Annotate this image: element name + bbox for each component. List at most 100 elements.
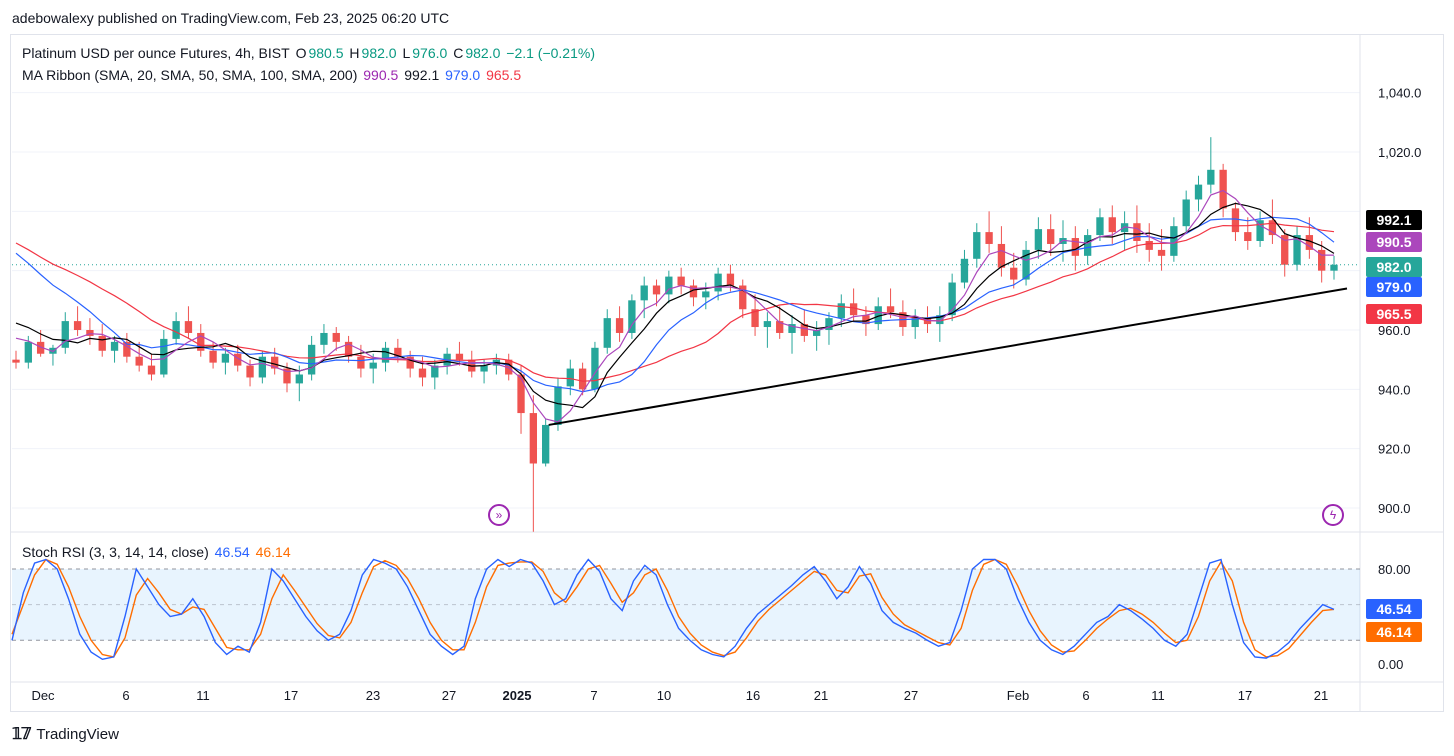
last-price-tag: 982.0 [1366,257,1422,277]
candles [12,137,1360,532]
candle-body [517,374,525,414]
stoch-band [12,568,1360,641]
time-tick-label: Dec [31,688,55,703]
price-tick-label: 900.0 [1378,501,1411,516]
candle-body [418,368,427,378]
change-value: −2.1 (−0.21%) [506,45,595,61]
candle-body [1182,199,1190,227]
candle-body [1219,169,1227,209]
candle-body [98,335,106,351]
l-value: 976.0 [412,45,448,61]
candle-body [1083,235,1092,256]
candle-body [184,321,193,333]
candle-body [1010,267,1018,280]
candle-body [110,341,119,351]
h-value: 982.0 [361,45,397,61]
stoch-tick-label: 80.00 [1378,562,1411,577]
chart-canvas[interactable]: 900.0 920.0 940.0 960.0 1,020.0 1,040.0 0.00 80… [0,0,1454,756]
price-tick-label: 940.0 [1378,382,1411,397]
candle-body [960,258,969,283]
ma100-line [15,216,1335,393]
candle-body [135,356,143,366]
candle-body [640,285,648,301]
candle-body [12,359,20,363]
stoch-d-value: 46.14 [255,544,291,560]
candle-body [209,350,217,363]
ma200-price-tag: 965.5 [1366,304,1422,324]
ma50-price-tag: 992.1 [1366,210,1422,230]
candle-body [295,374,303,384]
candle-body [455,353,464,360]
candle-body [1108,217,1116,233]
candle-body [849,303,858,316]
candle-body [172,321,180,339]
time-tick-label: 6 [1082,688,1089,703]
footer: 𝟙𝟟 TradingView [12,724,119,744]
stoch-title: Stoch RSI (3, 3, 14, 14, close) [22,544,209,560]
footer-brand: TradingView [36,725,119,743]
go-to-date-icon[interactable]: » [488,504,510,526]
candle-body [357,356,365,369]
candle-body [307,344,316,375]
candle-body [886,306,895,313]
candle-body [603,318,611,348]
candle-body [24,341,32,363]
candle-body [1207,169,1215,185]
ma-legend: MA Ribbon (SMA, 20, SMA, 50, SMA, 100, S… [22,67,523,83]
time-tick-label: 17 [284,688,298,703]
candle-body [702,291,710,298]
l-label: L [402,45,411,61]
candle-body [726,273,735,286]
ma50-line [15,202,1335,409]
candle-body [320,332,328,345]
time-tick-label: Feb [1007,688,1029,703]
candle-body [221,353,230,363]
price-tick-label: 1,040.0 [1378,86,1421,101]
candle-body [73,321,82,330]
candle-body [677,276,685,286]
candle-body [714,273,722,292]
ma20-value: 990.5 [363,67,399,83]
h-label: H [349,45,360,61]
candle-body [542,424,550,464]
candle-body [1047,229,1055,244]
time-tick-label: 27 [442,688,456,703]
stoch-k-price-tag: 46.54 [1366,599,1422,619]
candle-body [615,318,624,333]
candle-body [147,365,156,375]
time-tick-label: 7 [590,688,597,703]
candle-body [1268,220,1277,236]
price-tick-label: 1,020.0 [1378,145,1421,160]
candle-body [480,365,488,372]
candle-body [1034,229,1043,250]
candle-body [529,413,538,464]
tradingview-logo-icon: 𝟙𝟟 [12,726,31,743]
candle-body [628,300,636,333]
candle-body [1145,241,1153,250]
candle-body [332,332,340,342]
candle-body [1096,217,1104,236]
time-tick-label: 21 [814,688,828,703]
time-tick-label: 11 [1151,688,1165,703]
candle-body [1231,208,1240,233]
time-tick-label: 16 [746,688,760,703]
price-axis: 900.0 920.0 940.0 960.0 1,020.0 1,040.0 0.00 80… [1378,86,1421,672]
c-value: 982.0 [465,45,501,61]
o-value: 980.5 [308,45,344,61]
time-tick-label: 10 [657,688,671,703]
candle-body [1194,184,1203,200]
ma100-value: 979.0 [445,67,481,83]
candle-body [973,232,981,259]
candle-body [578,368,587,390]
candle-body [566,368,574,387]
o-label: O [295,45,307,61]
candle-body [369,362,377,369]
time-tick-label: 17 [1238,688,1252,703]
time-tick-label: 23 [366,688,380,703]
c-label: C [453,45,464,61]
lightning-icon[interactable]: ϟ [1322,504,1344,526]
candle-body [1157,249,1166,256]
candle-body [1071,238,1079,256]
stoch-tick-label: 0.00 [1378,657,1403,672]
candle-body [381,347,390,363]
